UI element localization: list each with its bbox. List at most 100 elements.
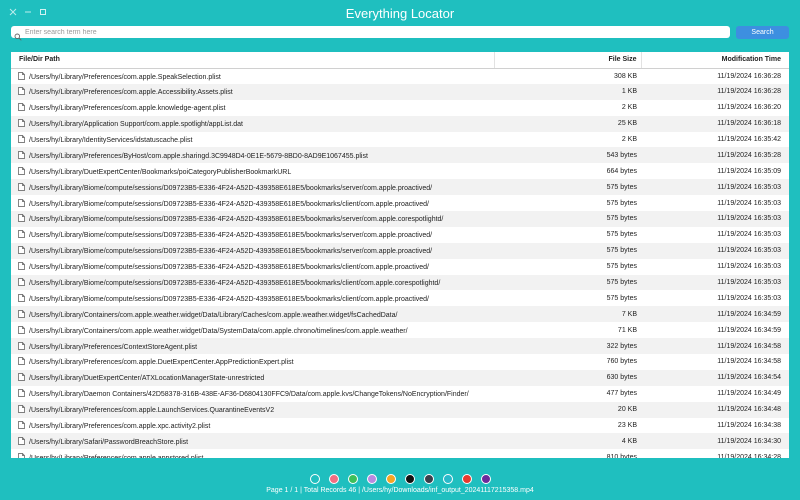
path-cell: /Users/hy/Library/Preferences/com.apple.… — [11, 418, 494, 434]
table-row[interactable]: /Users/hy/Library/Biome/compute/sessions… — [11, 195, 789, 211]
time-cell: 11/19/2024 16:35:03 — [641, 274, 789, 291]
path-cell: /Users/hy/Library/Biome/compute/sessions… — [11, 211, 494, 227]
table-row[interactable]: /Users/hy/Library/Preferences/ContextSto… — [11, 338, 789, 355]
theme-dot-purple[interactable] — [480, 474, 491, 484]
theme-dot-cyan[interactable] — [442, 474, 453, 484]
table-row[interactable]: /Users/hy/Library/Safari/PasswordBreachS… — [11, 433, 789, 450]
time-cell: 11/19/2024 16:35:03 — [717, 294, 781, 302]
table-row[interactable]: /Users/hy/Library/DuetExpertCenter/ATXLo… — [11, 369, 789, 386]
path-cell: /Users/hy/Library/Biome/compute/sessions… — [11, 242, 494, 259]
search-button[interactable]: Search — [736, 26, 789, 39]
size-cell: 575 bytes — [494, 179, 641, 196]
path-text: /Users/hy/Library/Containers/com.apple.w… — [29, 327, 408, 335]
table-row[interactable]: /Users/hy/Library/Biome/compute/sessions… — [11, 211, 789, 227]
size-cell: 575 bytes — [606, 294, 637, 302]
file-icon — [18, 437, 25, 445]
size-cell: 760 bytes — [606, 358, 637, 366]
column-header-size[interactable]: File Size — [494, 52, 642, 69]
theme-dot-black[interactable] — [404, 474, 415, 484]
search-input[interactable] — [25, 26, 725, 38]
path-text: /Users/hy/Library/Containers/com.apple.w… — [29, 311, 398, 319]
table-row[interactable]: /Users/hy/Library/Biome/compute/sessions… — [11, 242, 789, 259]
path-text: /Users/hy/Library/Preferences/com.apple.… — [29, 89, 233, 97]
path-cell: /Users/hy/Library/Application Support/co… — [11, 115, 494, 132]
file-icon — [18, 389, 25, 398]
time-cell: 11/19/2024 16:34:38 — [717, 422, 781, 430]
path-text: /Users/hy/Library/Biome/compute/sessions… — [29, 232, 433, 240]
table-row[interactable]: /Users/hy/Library/Preferences/com.apple.… — [11, 418, 789, 434]
theme-dot-dark[interactable] — [423, 474, 434, 484]
time-cell: 11/19/2024 16:34:58 — [641, 338, 789, 355]
size-cell: 810 bytes — [606, 453, 637, 458]
path-cell: /Users/hy/Library/Biome/compute/sessions… — [11, 259, 494, 275]
file-icon — [18, 341, 25, 350]
file-icon — [18, 230, 25, 239]
table-row[interactable]: /Users/hy/Library/Preferences/ByHost/com… — [11, 147, 789, 164]
table-row[interactable]: /Users/hy/Library/Daemon Containers/42D5… — [11, 386, 789, 402]
table-row[interactable]: /Users/hy/Library/Biome/compute/sessions… — [11, 179, 789, 196]
path-cell: /Users/hy/Library/Preferences/com.apple.… — [11, 449, 494, 458]
theme-dot-green[interactable] — [347, 474, 358, 484]
table-row[interactable]: /Users/hy/Library/Biome/compute/sessions… — [11, 290, 789, 306]
window-title: Everything Locator — [345, 6, 455, 21]
path-text: /Users/hy/Library/Biome/compute/sessions… — [29, 280, 441, 288]
path-cell: /Users/hy/Library/Preferences/com.apple.… — [11, 100, 494, 116]
time-cell: 11/19/2024 16:35:09 — [717, 167, 781, 175]
size-cell: 20 KB — [494, 401, 641, 418]
theme-dot-lavender[interactable] — [366, 474, 377, 484]
table-row[interactable]: /Users/hy/Library/Biome/compute/sessions… — [11, 274, 789, 291]
table-row[interactable]: /Users/hy/Library/Preferences/com.apple.… — [11, 68, 789, 84]
path-text: /Users/hy/Library/DuetExpertCenter/Bookm… — [29, 168, 292, 176]
path-text: /Users/hy/Library/Biome/compute/sessions… — [29, 200, 429, 208]
file-icon — [18, 151, 25, 159]
table-row[interactable]: /Users/hy/Library/Preferences/com.apple.… — [11, 83, 789, 100]
path-text: /Users/hy/Library/Biome/compute/sessions… — [29, 184, 433, 192]
file-icon — [18, 119, 25, 127]
table-row[interactable]: /Users/hy/Library/Preferences/com.apple.… — [11, 401, 789, 418]
theme-dot-red[interactable] — [461, 474, 472, 484]
size-cell: 308 KB — [614, 72, 637, 80]
path-text: /Users/hy/Library/Preferences/com.apple.… — [29, 359, 294, 367]
path-text: /Users/hy/Library/Preferences/ByHost/com… — [29, 152, 368, 160]
table-row[interactable]: /Users/hy/Library/IdentityServices/idsta… — [11, 132, 789, 148]
theme-dot-teal[interactable] — [309, 474, 320, 484]
file-icon — [18, 278, 25, 286]
size-cell: 7 KB — [494, 306, 641, 323]
path-text: /Users/hy/Library/Biome/compute/sessions… — [29, 216, 444, 224]
size-cell: 664 bytes — [606, 167, 637, 175]
path-text: /Users/hy/Library/Daemon Containers/42D5… — [29, 391, 469, 399]
column-header-time[interactable]: Modification Time — [641, 52, 789, 69]
table-row[interactable]: /Users/hy/Library/DuetExpertCenter/Bookm… — [11, 163, 789, 179]
time-cell: 11/19/2024 16:34:48 — [641, 401, 789, 418]
table-row[interactable]: /Users/hy/Library/Containers/com.apple.w… — [11, 306, 789, 323]
table-row[interactable]: /Users/hy/Library/Biome/compute/sessions… — [11, 259, 789, 275]
path-cell: /Users/hy/Library/Preferences/com.apple.… — [11, 83, 494, 100]
file-icon — [18, 357, 25, 366]
table-row[interactable]: /Users/hy/Library/Preferences/com.apple.… — [11, 354, 789, 370]
size-cell: 630 bytes — [494, 369, 641, 386]
size-cell: 575 bytes — [494, 211, 641, 227]
time-cell: 11/19/2024 16:34:59 — [641, 306, 789, 323]
time-cell: 11/19/2024 16:36:18 — [641, 115, 789, 132]
time-cell: 11/19/2024 16:36:20 — [717, 104, 781, 112]
path-text: /Users/hy/Library/Biome/compute/sessions… — [29, 295, 429, 303]
table-row[interactable]: /Users/hy/Library/Containers/com.apple.w… — [11, 322, 789, 338]
time-cell: 11/19/2024 16:34:54 — [641, 369, 789, 386]
path-cell: /Users/hy/Library/IdentityServices/idsta… — [11, 132, 494, 148]
file-icon — [18, 309, 25, 318]
search-bar — [11, 26, 730, 41]
column-header-path[interactable]: File/Dir Path — [11, 52, 495, 69]
theme-dot-orange[interactable] — [385, 474, 396, 484]
path-text: /Users/hy/Library/Preferences/com.apple.… — [29, 455, 203, 458]
table-row[interactable]: /Users/hy/Library/Preferences/com.apple.… — [11, 100, 789, 116]
file-icon — [18, 325, 25, 334]
table-row[interactable]: /Users/hy/Library/Application Support/co… — [11, 115, 789, 132]
time-cell: 11/19/2024 16:34:59 — [717, 326, 781, 334]
file-icon — [18, 135, 25, 143]
table-row[interactable]: /Users/hy/Library/Preferences/com.apple.… — [11, 449, 789, 458]
theme-dot-pink[interactable] — [328, 474, 339, 484]
file-icon — [18, 373, 25, 382]
size-cell: 575 bytes — [606, 263, 637, 271]
time-cell: 11/19/2024 16:34:49 — [717, 390, 781, 398]
table-row[interactable]: /Users/hy/Library/Biome/compute/sessions… — [11, 227, 789, 243]
